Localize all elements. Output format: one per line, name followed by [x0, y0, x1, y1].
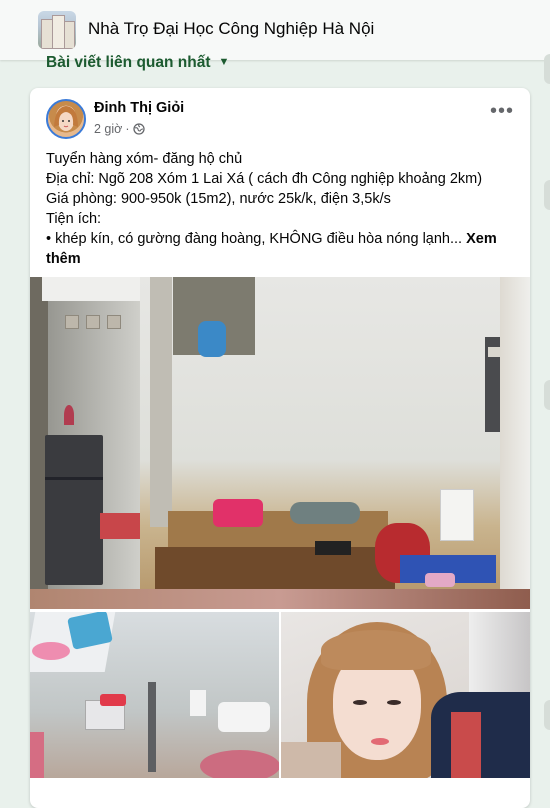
group-title[interactable]: Nhà Trọ Đại Học Công Nghiệp Hà Nội	[88, 19, 374, 39]
avatar[interactable]	[46, 99, 86, 139]
post-text: Tuyển hàng xóm- đăng hộ chủ Địa chỉ: Ngõ…	[46, 149, 516, 269]
post-card: Đinh Thị Giỏi 2 giờ · ••• Tuyển hàng xóm…	[30, 88, 530, 808]
group-header: Nhà Trọ Đại Học Công Nghiệp Hà Nội	[0, 0, 550, 60]
public-globe-icon	[132, 123, 145, 135]
scroll-indicator	[544, 380, 550, 410]
author-name[interactable]: Đinh Thị Giỏi	[94, 100, 184, 116]
scroll-indicator	[544, 700, 550, 730]
post-meta: 2 giờ ·	[94, 122, 145, 136]
post-line: Địa chỉ: Ngõ 208 Xóm 1 Lai Xá ( cách đh …	[46, 171, 483, 187]
caret-down-icon: ▼	[218, 56, 230, 68]
post-time[interactable]: 2 giờ	[94, 122, 122, 136]
see-more-link[interactable]: Xem	[466, 231, 497, 247]
post-line: Tuyển hàng xóm- đăng hộ chủ	[46, 151, 243, 167]
group-photo-icon[interactable]	[38, 11, 76, 49]
post-line: • khép kín, có gường đàng hoàng, KHÔNG đ…	[46, 231, 497, 247]
more-options-icon[interactable]: •••	[490, 101, 514, 121]
selfie-photo[interactable]	[281, 612, 530, 778]
scroll-indicator	[544, 180, 550, 210]
scroll-indicator	[544, 54, 550, 84]
feed-sort-label: Bài viết liên quan nhất	[46, 54, 211, 71]
post-line: Tiện ích:	[46, 211, 102, 227]
feed-sort-dropdown[interactable]: Bài viết liên quan nhất ▼	[46, 54, 229, 72]
room-photo[interactable]	[30, 277, 530, 609]
see-more-link[interactable]: thêm	[46, 249, 516, 269]
bathroom-photo[interactable]	[30, 612, 279, 778]
post-line: Giá phòng: 900-950k (15m2), nước 25k/k, …	[46, 191, 391, 207]
